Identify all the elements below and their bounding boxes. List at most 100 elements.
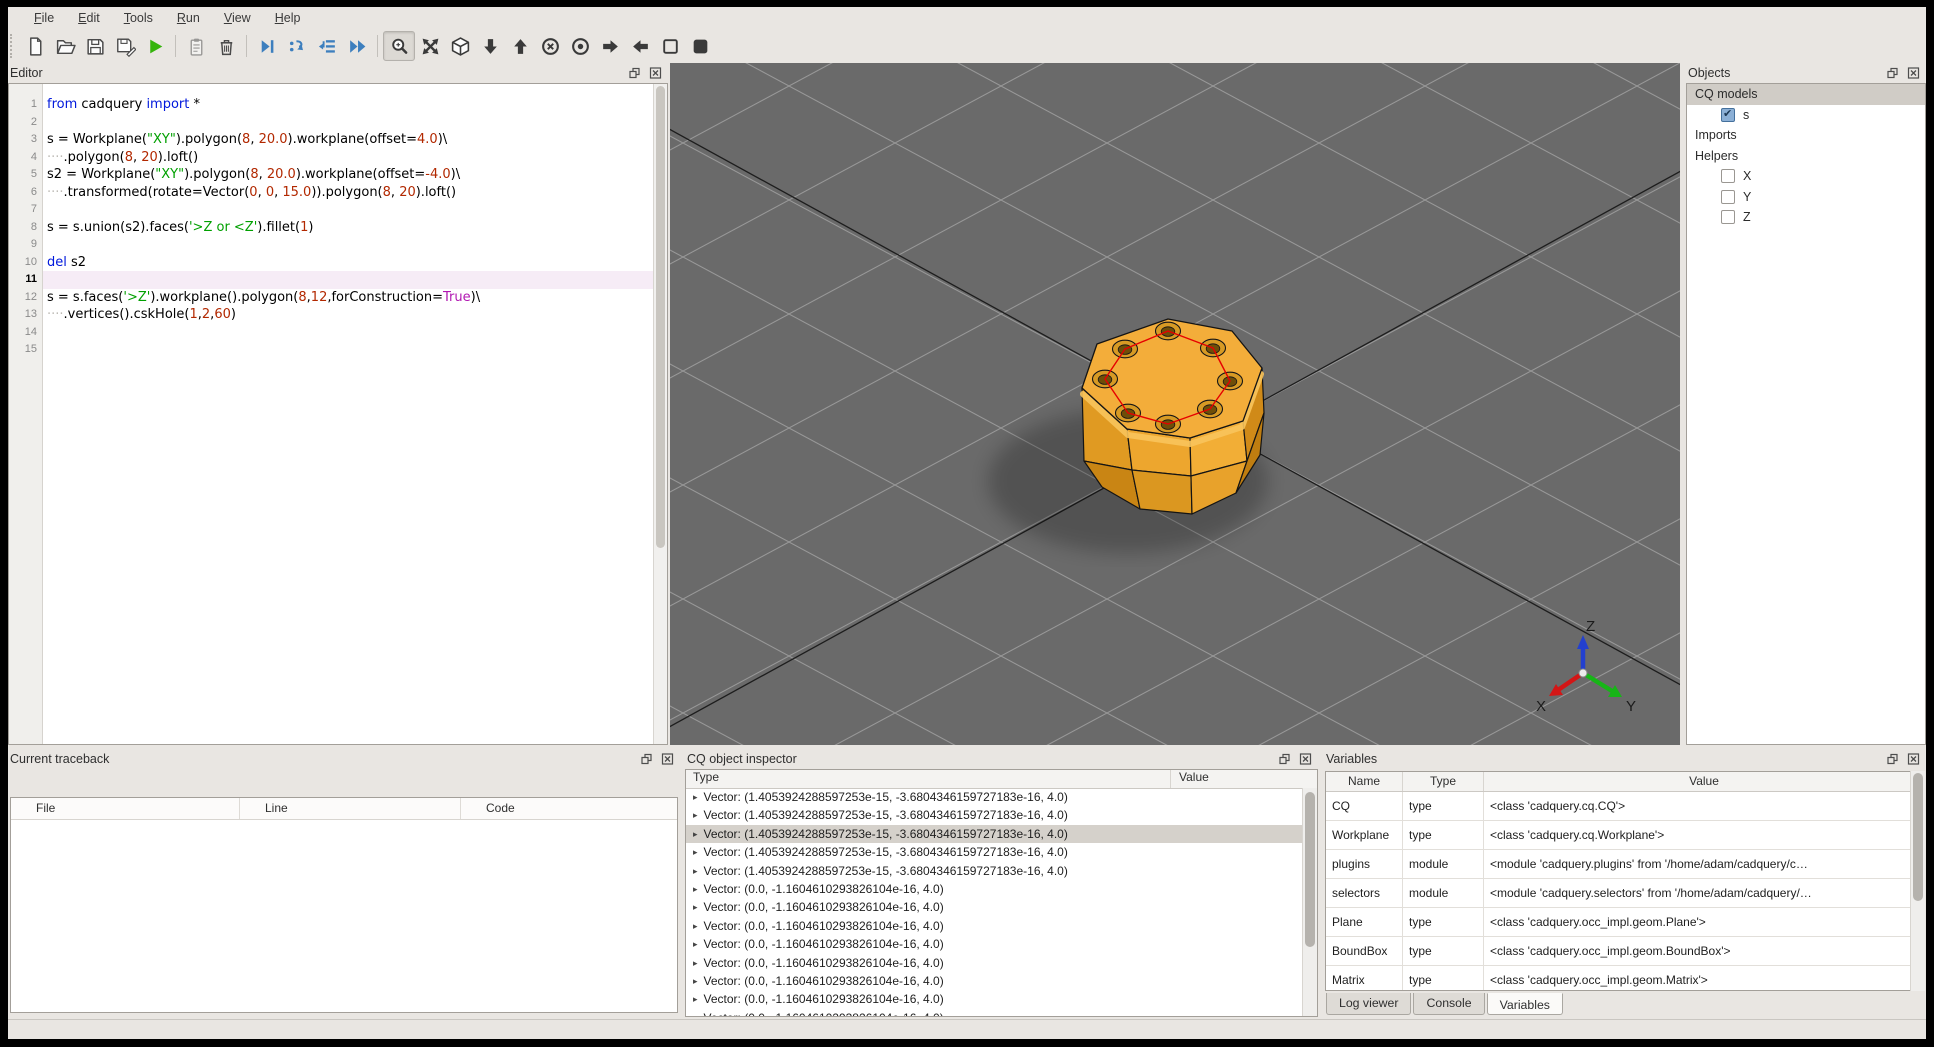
inspector-row[interactable]: ▸Vector: (0.0, -1.1604610293826104e-16, … (686, 898, 1303, 916)
inspector-row[interactable]: ▸ Vector: (1.4053924288597253e-15, -3.680… (686, 824, 1303, 844)
code-line[interactable]: ····.transformed(rotate=Vector(0, 0, 15.… (43, 184, 653, 202)
expand-arrow-icon[interactable]: ▸ (686, 917, 704, 935)
menu-view[interactable]: View (212, 9, 263, 27)
close-panel-button[interactable] (1297, 752, 1314, 767)
float-panel-button[interactable] (626, 66, 643, 81)
inspector-row[interactable]: ▸Vector: (0.0, -1.1604610293826104e-16, … (686, 990, 1303, 1008)
save-button[interactable] (80, 32, 110, 60)
inspector-row[interactable]: ▸ Vector: (1.4053924288597253e-15, -3.680… (686, 843, 1303, 861)
wireframe-button[interactable] (655, 32, 685, 60)
expand-arrow-icon[interactable]: ▸ (686, 825, 704, 843)
tree-item-s[interactable]: s (1687, 105, 1925, 126)
float-panel-button[interactable] (1884, 66, 1901, 81)
code-line[interactable]: s2 = Workplane("XY").polygon(8, 20.0).wo… (43, 166, 653, 184)
scrollbar-thumb[interactable] (656, 86, 665, 548)
iso-view-button[interactable] (445, 32, 475, 60)
tree-item-imports[interactable]: Imports (1687, 125, 1925, 146)
inspector-row[interactable]: ▸Vector: (0.0, -1.1604610293826104e-16, … (686, 917, 1303, 935)
expand-arrow-icon[interactable]: ▸ (686, 990, 704, 1008)
tab-console[interactable]: Console (1413, 993, 1485, 1015)
view-left-button[interactable] (625, 32, 655, 60)
inspector-row[interactable]: ▸ Vector: (1.4053924288597253e-15, -3.680… (686, 806, 1303, 824)
code-line[interactable]: s = Workplane("XY").polygon(8, 20.0).wor… (43, 131, 653, 149)
inspector-row[interactable]: ▸Vector: (0.0, -1.1604610293826104e-16, … (686, 954, 1303, 972)
close-panel-button[interactable] (1905, 752, 1922, 767)
zoom-toggle-button[interactable] (383, 31, 415, 61)
inspector-row[interactable]: ▸ Vector: (1.4053924288597253e-15, -3.680… (686, 862, 1303, 880)
tree-item-cq-models[interactable]: CQ models (1687, 84, 1925, 105)
tree-item-x[interactable]: X (1687, 166, 1925, 187)
inspector-row[interactable]: ▸Vector: (0.0, -1.1604610293826104e-16, … (686, 880, 1303, 898)
column-code[interactable]: Code (461, 798, 677, 819)
tree-item-y[interactable]: Y (1687, 187, 1925, 208)
code-line[interactable]: ····.vertices().cskHole(1,2,60) (43, 306, 653, 324)
view-bottom-button[interactable] (475, 32, 505, 60)
inspector-row[interactable]: ▸Vector: (0.0, -1.1604610293826104e-16, … (686, 972, 1303, 990)
float-panel-button[interactable] (1276, 752, 1293, 767)
view-right-button[interactable] (595, 32, 625, 60)
variable-row[interactable]: Workplane type <class 'cadquery.cq.Workpla… (1326, 821, 1924, 850)
code-line[interactable]: del s2 (43, 254, 653, 272)
cad-model[interactable] (1080, 318, 1265, 515)
editor-scrollbar[interactable] (653, 84, 667, 744)
close-panel-button[interactable] (647, 66, 664, 81)
variable-row[interactable]: CQ type <class 'cadquery.cq.CQ'> (1326, 792, 1924, 821)
step-button[interactable] (252, 32, 282, 60)
menu-run[interactable]: Run (165, 9, 212, 27)
code-line[interactable] (43, 324, 653, 342)
unchecked-checkbox[interactable] (1721, 189, 1735, 204)
run-button[interactable] (140, 32, 170, 60)
variables-scrollbar[interactable] (1910, 771, 1925, 991)
expand-arrow-icon[interactable]: ▸ (686, 806, 704, 824)
column-name[interactable]: Name (1326, 772, 1403, 791)
close-panel-button[interactable] (659, 752, 676, 767)
close-panel-button[interactable] (1905, 66, 1922, 81)
expand-arrow-icon[interactable]: ▸ (686, 862, 704, 880)
column-type[interactable]: Type (1403, 772, 1484, 791)
variable-row[interactable]: Plane type <class 'cadquery.occ_impl.geom.… (1326, 908, 1924, 937)
view-back-button[interactable] (565, 32, 595, 60)
code-line[interactable]: s = s.faces('>Z').workplane().polygon(8,… (43, 289, 653, 307)
unchecked-checkbox[interactable] (1721, 210, 1735, 225)
tree-item-helpers[interactable]: Helpers (1687, 146, 1925, 167)
column-value[interactable]: Value (1171, 770, 1317, 788)
scrollbar-thumb[interactable] (1305, 792, 1315, 948)
code-line[interactable] (43, 271, 653, 289)
3d-viewport[interactable]: Z X Y (619, 63, 1731, 755)
expand-arrow-icon[interactable]: ▸ (686, 935, 704, 953)
expand-arrow-icon[interactable]: ▸ (686, 972, 704, 990)
shaded-button[interactable] (685, 32, 715, 60)
expand-arrow-icon[interactable]: ▸ (686, 880, 704, 898)
code-line[interactable] (43, 236, 653, 254)
toolbar-drag-handle[interactable] (10, 34, 20, 58)
step-return-button[interactable] (312, 32, 342, 60)
new-file-button[interactable] (20, 32, 50, 60)
code-area[interactable]: from cadquery import * s = Workplane("XY"… (43, 84, 653, 744)
variable-row[interactable]: plugins module <module 'cadquery.plugins' … (1326, 850, 1924, 879)
inspector-scrollbar[interactable] (1302, 788, 1317, 1016)
code-editor[interactable]: 1 2 3 4 5 6 7 8 9 10 11 12 13 14 15 from cadquery impo… (9, 84, 667, 744)
column-line[interactable]: Line (240, 798, 461, 819)
fit-view-button[interactable] (415, 32, 445, 60)
expand-arrow-icon[interactable]: ▸ (686, 1009, 704, 1016)
column-file[interactable]: File (11, 798, 240, 819)
column-value[interactable]: Value (1484, 772, 1924, 791)
code-line[interactable] (43, 341, 653, 359)
expand-arrow-icon[interactable]: ▸ (686, 954, 704, 972)
code-line[interactable] (43, 201, 653, 219)
tree-item-z[interactable]: Z (1687, 207, 1925, 228)
scrollbar-thumb[interactable] (1913, 773, 1923, 901)
checked-checkbox[interactable] (1721, 107, 1735, 122)
expand-arrow-icon[interactable]: ▸ (686, 898, 704, 916)
expand-arrow-icon[interactable]: ▸ (686, 843, 704, 861)
menu-tools[interactable]: Tools (112, 9, 165, 27)
inspector-row[interactable]: ▸Vector: (0.0, -1.1604610293826104e-16, … (686, 935, 1303, 953)
variable-row[interactable]: Matrix type <class 'cadquery.occ_impl.geom… (1326, 966, 1924, 990)
menu-help[interactable]: Help (263, 9, 313, 27)
variable-row[interactable]: selectors module <module 'cadquery.selecto… (1326, 879, 1924, 908)
save-as-button[interactable] (110, 32, 140, 60)
open-file-button[interactable] (50, 32, 80, 60)
clipboard-button[interactable] (181, 32, 211, 60)
menu-edit[interactable]: Edit (66, 9, 112, 27)
code-line[interactable] (43, 114, 653, 132)
